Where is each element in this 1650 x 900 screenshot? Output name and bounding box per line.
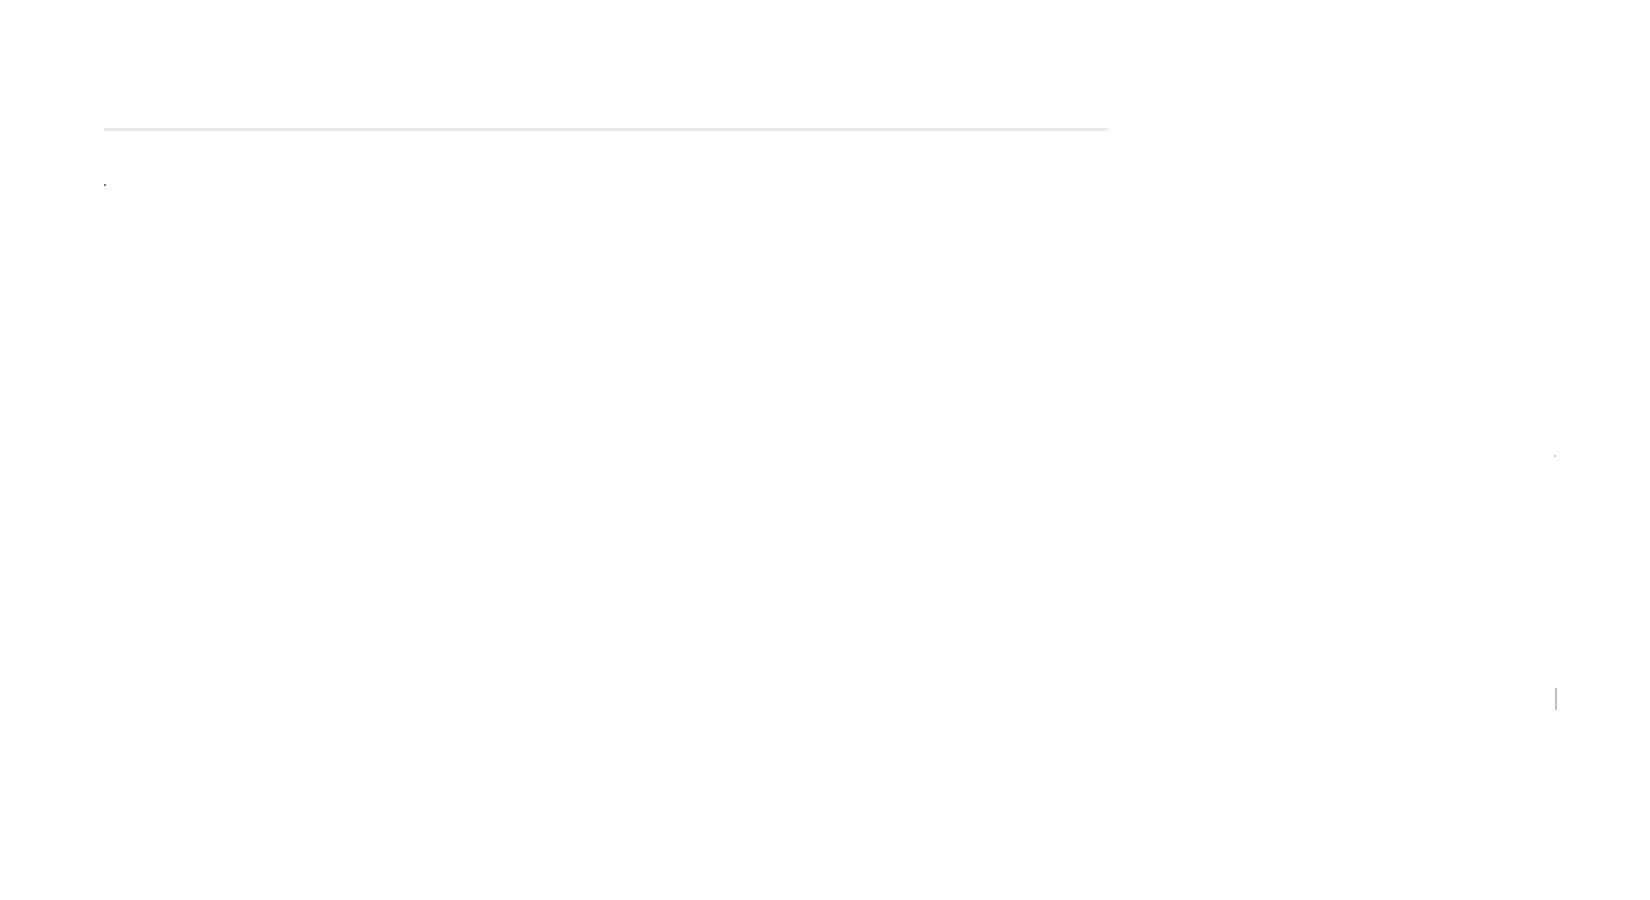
list-bullet-marker bbox=[104, 184, 106, 186]
content-row bbox=[104, 432, 1108, 492]
content-row bbox=[104, 192, 1108, 252]
content-row bbox=[104, 312, 1108, 372]
title-divider bbox=[104, 128, 1108, 131]
main-content bbox=[104, 72, 1108, 792]
content-row bbox=[104, 672, 1108, 732]
scroll-indicator-dot bbox=[1554, 455, 1556, 457]
content-row bbox=[104, 552, 1108, 612]
sidebar bbox=[1148, 72, 1548, 792]
text-cursor-caret bbox=[1555, 688, 1557, 710]
